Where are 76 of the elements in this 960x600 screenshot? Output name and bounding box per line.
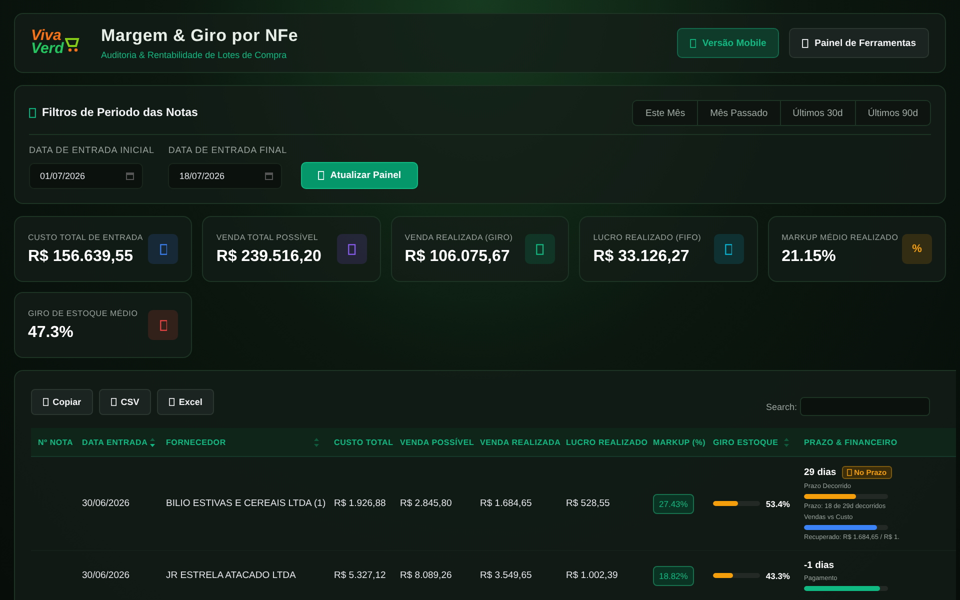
kpi-label: MARKUP MÉDIO REALIZADO [782,232,898,242]
icon-placeholder-icon [111,398,117,406]
markup-badge: 27.43% [653,494,694,514]
table-cell-text: R$ 528,55 [565,498,611,509]
kpi-icon: % [912,243,922,255]
page-title: Margem & Giro por NFe [101,26,300,46]
table-cell-text: R$ 1.684,65 [479,498,533,509]
mobile-version-button[interactable]: Versão Mobile [677,28,780,58]
period-tab[interactable]: Últimos 30d [780,101,855,125]
kpi-label: VENDA TOTAL POSSÍVEL [216,232,320,242]
turnover-bar [713,501,760,506]
column-header[interactable]: VENDA REALIZADA [473,438,559,446]
date-field[interactable]: 18/07/2026 [179,171,260,181]
kpi-value: 47.3% [28,324,74,342]
kpi-label: VENDA REALIZADA (GIRO) [404,232,513,242]
table-cell-text: BILIO ESTIVAS E CEREAIS LTDA (1) [165,498,327,509]
icon-placeholder-icon [802,38,809,48]
search-label: Search: [766,402,797,412]
kpi-label: GIRO DE ESTOQUE MÉDIO [28,308,138,318]
table-cell-text: 30/06/2026 [81,498,131,509]
tools-panel-button[interactable]: Painel de Ferramentas [789,28,929,58]
search-field[interactable] [800,397,930,416]
table-cell-text: R$ 3.549,65 [479,570,533,581]
field-label: DATA DE ENTRADA FINAL [168,145,287,155]
logo-text: Verd [31,43,64,56]
column-header[interactable]: MARKUP (%) [646,438,706,446]
kpi-label: CUSTO TOTAL DE ENTRADA [28,232,144,242]
table-cell-text: R$ 2.845,80 [399,498,453,509]
export-button[interactable]: CSV [99,388,152,414]
days-label: 29 dias [804,467,836,478]
date-field[interactable]: 01/07/2026 [29,163,143,189]
icon-placeholder-icon [169,398,175,406]
column-header[interactable]: CUSTO TOTAL [327,438,393,446]
column-header[interactable]: PRAZO & FINANCEIRO [797,438,956,446]
icon-placeholder-icon [29,108,36,118]
period-tab[interactable]: Últimos 90d [854,101,930,125]
export-button[interactable]: Excel [157,388,214,414]
icon-placeholder-icon [43,398,49,406]
kpi-value: 21.15% [782,248,837,266]
date-field[interactable]: 18/07/2026 [168,163,282,189]
kpi-value: R$ 239.516,20 [216,248,322,266]
calendar-icon [265,172,274,180]
column-header[interactable]: GIRO ESTOQUE [706,438,797,446]
filter-title: Filtros de Periodo das Notas [42,107,198,119]
kpi-label: LUCRO REALIZADO (FIFO) [593,232,702,242]
field-label: DATA DE ENTRADA INICIAL [29,145,154,155]
kpi-value: R$ 106.075,67 [404,248,511,266]
icon-placeholder-icon [690,38,696,48]
column-header[interactable]: Nº NOTA [31,438,75,446]
kpi-value: R$ 156.639,55 [28,248,134,266]
kpi-value: R$ 33.126,27 [593,248,690,266]
icon-placeholder-icon [318,171,324,180]
icon-placeholder-icon [847,469,852,476]
calendar-icon [126,172,134,180]
table-cell-text: JR ESTRELA ATACADO LTDA [165,570,297,581]
column-header[interactable]: VENDA POSSÍVEL [393,438,473,446]
table-cell-text: R$ 5.327,12 [333,570,387,581]
table-cell-text: R$ 1.002,39 [565,570,619,581]
date-field[interactable]: 01/07/2026 [40,171,120,181]
turnover-reading: 53.4% [766,498,790,508]
turnover-bar [713,573,760,578]
column-header[interactable]: FORNECEDOR [159,438,327,446]
turnover-reading: 43.3% [766,570,790,580]
table-cell-text: R$ 8.089,26 [399,570,453,581]
days-label: -1 dias [804,560,834,571]
refresh-button[interactable]: Atualizar Painel [301,162,418,189]
column-header[interactable]: DATA ENTRADA [75,438,159,446]
period-tab[interactable]: Mês Passado [697,101,780,125]
page-subtitle: Auditoria & Rentabilidade de Lotes de Compra [101,50,288,60]
column-header[interactable]: LUCRO REALIZADO [559,438,646,446]
logo-text: Viva [31,30,62,43]
export-button[interactable]: Copiar [31,388,94,414]
markup-badge: 18.82% [653,566,694,586]
table-cell-text: 30/06/2026 [81,570,131,581]
table-cell-text: R$ 1.926,88 [333,498,387,509]
period-tab[interactable]: Este Mês [633,101,698,125]
